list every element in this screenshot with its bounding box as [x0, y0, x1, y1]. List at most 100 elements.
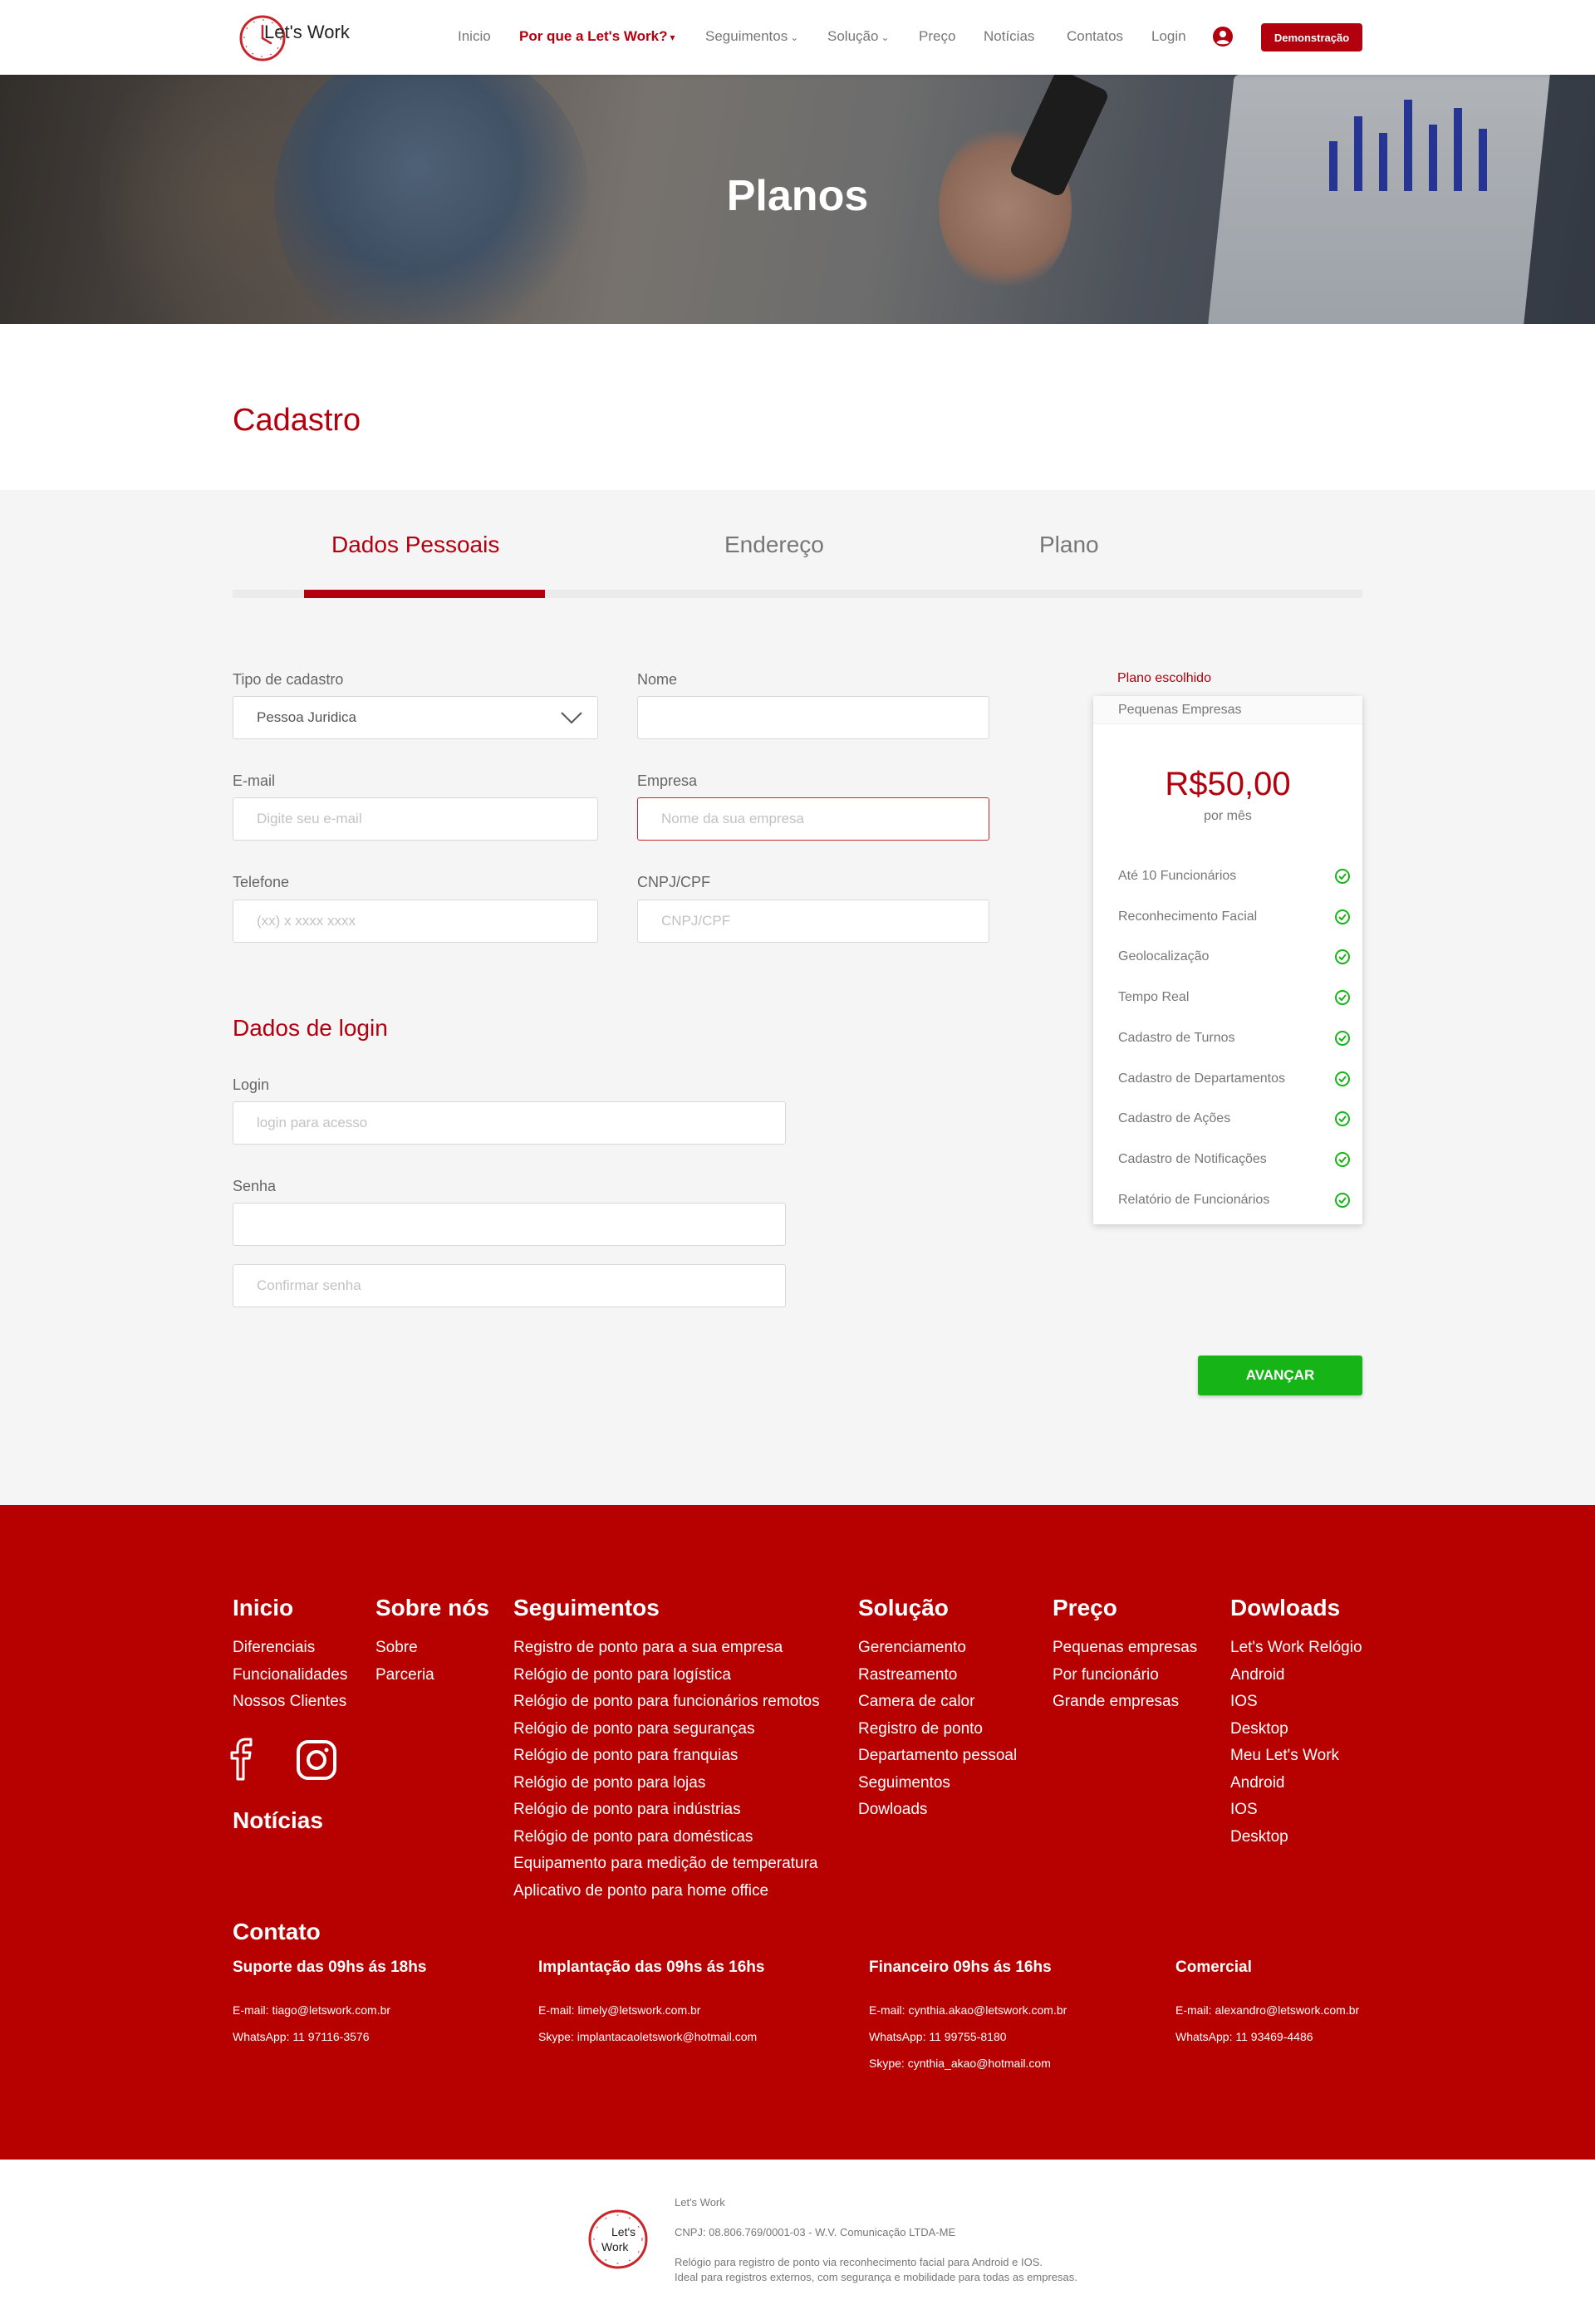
chevron-down-icon: ⌄ — [881, 32, 890, 43]
footer-link[interactable]: Diferenciais — [233, 1635, 347, 1662]
plan-feature: Cadastro de Ações — [1118, 1111, 1351, 1127]
senha-input[interactable] — [233, 1203, 786, 1246]
footer-link[interactable]: Dowloads — [858, 1797, 1017, 1824]
footer-link[interactable]: Relógio de ponto para lojas — [513, 1770, 820, 1797]
email-input[interactable]: Digite seu e-mail — [233, 797, 598, 841]
svg-text:Work: Work — [601, 2240, 629, 2253]
footer-solucao-title[interactable]: Solução — [858, 1595, 1017, 1621]
footer-link[interactable]: Departamento pessoal — [858, 1743, 1017, 1770]
footer-link[interactable]: Android — [1230, 1662, 1362, 1689]
contact-line[interactable]: E-mail: alexandro@letswork.com.br — [1175, 1997, 1359, 2023]
footer-link[interactable]: Android — [1230, 1770, 1362, 1797]
tab-plano[interactable]: Plano — [1039, 532, 1099, 558]
footer-link[interactable]: Desktop — [1230, 1824, 1362, 1851]
bottom-bar: Let's Work Let's Work CNPJ: 08.806.769/0… — [0, 2160, 1595, 2324]
bottom-cnpj: CNPJ: 08.806.769/0001-03 - W.V. Comunica… — [675, 2226, 956, 2238]
footer-link[interactable]: Relógio de ponto para franquias — [513, 1743, 820, 1770]
nav-login[interactable]: Login — [1151, 28, 1186, 45]
footer-link[interactable]: Rastreamento — [858, 1662, 1017, 1689]
login-label: Login — [233, 1076, 270, 1093]
footer-link[interactable]: Nossos Clientes — [233, 1689, 347, 1716]
cnpj-input[interactable]: CNPJ/CPF — [637, 900, 989, 943]
footer-link[interactable]: Relógio de ponto para logística — [513, 1662, 820, 1689]
contact-line[interactable]: WhatsApp: 11 99755-8180 — [869, 2023, 1067, 2050]
demo-button[interactable]: Demonstração — [1261, 23, 1362, 51]
plan-feature-label: Cadastro de Departamentos — [1118, 1071, 1285, 1086]
footer-link[interactable]: IOS — [1230, 1797, 1362, 1824]
login-input[interactable]: login para acesso — [233, 1101, 786, 1145]
footer-link[interactable]: Seguimentos — [858, 1770, 1017, 1797]
check-circle-icon — [1335, 949, 1350, 965]
tipo-select[interactable]: Pessoa Juridica — [233, 696, 598, 739]
plan-period: por mês — [1204, 809, 1252, 823]
nav-noticias[interactable]: Notícias — [984, 28, 1034, 45]
contact-line[interactable]: E-mail: limely@letswork.com.br — [538, 1997, 764, 2023]
plan-feature-label: Tempo Real — [1118, 990, 1190, 1005]
footer-preco-title[interactable]: Preço — [1053, 1595, 1197, 1621]
navbar: Let's Work Inicio Por que a Let's Work? ▾… — [0, 0, 1595, 75]
empresa-input[interactable]: Nome da sua empresa — [637, 797, 989, 841]
instagram-icon[interactable] — [296, 1739, 337, 1781]
telefone-input[interactable]: (xx) x xxxx xxxx — [233, 900, 598, 943]
step-progress-active — [304, 590, 545, 598]
footer-link[interactable]: Let's Work Relógio — [1230, 1635, 1362, 1662]
footer-link[interactable]: Relógio de ponto para indústrias — [513, 1797, 820, 1824]
contact-line[interactable]: WhatsApp: 11 93469-4486 — [1175, 2023, 1359, 2050]
brand-logo[interactable]: Let's Work — [238, 13, 354, 63]
bottom-desc-2: Ideal para registros externos, com segur… — [675, 2271, 1077, 2283]
user-icon[interactable] — [1213, 27, 1233, 47]
nav-preco[interactable]: Preço — [919, 28, 955, 45]
footer-link[interactable]: Registro de ponto para a sua empresa — [513, 1635, 820, 1662]
nav-por-que[interactable]: Por que a Let's Work? ▾ — [519, 28, 675, 45]
footer-link[interactable]: Funcionalidades — [233, 1662, 347, 1689]
footer-link[interactable]: Equipamento para medição de temperatura — [513, 1851, 820, 1878]
contact-line[interactable]: WhatsApp: 11 97116-3576 — [233, 2023, 426, 2050]
contact-title: Suporte das 09hs ás 18hs — [233, 1959, 427, 1976]
contact-line[interactable]: Skype: implantacaoletswork@hotmail.com — [538, 2023, 764, 2050]
footer-link[interactable]: Desktop — [1230, 1716, 1362, 1743]
plan-feature-label: Geolocalização — [1118, 949, 1210, 964]
tab-endereco[interactable]: Endereço — [724, 532, 824, 558]
footer-inicio-title[interactable]: Inicio — [233, 1595, 347, 1621]
footer-link[interactable]: Grande empresas — [1053, 1689, 1197, 1716]
nav-inicio[interactable]: Inicio — [458, 28, 491, 45]
footer-link[interactable]: Camera de calor — [858, 1689, 1017, 1716]
footer-link[interactable]: Gerenciamento — [858, 1635, 1017, 1662]
footer-noticias[interactable]: Notícias — [233, 1807, 323, 1834]
footer-link[interactable]: Sobre — [375, 1635, 489, 1662]
contact-title: Implantação das 09hs ás 16hs — [538, 1959, 765, 1976]
nav-contatos[interactable]: Contatos — [1067, 28, 1123, 45]
brand-name: Let's Work — [264, 22, 350, 42]
footer-link[interactable]: Por funcionário — [1053, 1662, 1197, 1689]
footer-downloads-title[interactable]: Dowloads — [1230, 1595, 1362, 1621]
contact-financeiro: Financeiro 09hs ás 16hs E-mail: cynthia.… — [869, 1959, 1067, 2076]
footer-col-inicio: Inicio Diferenciais Funcionalidades Noss… — [233, 1595, 347, 1716]
footer-link[interactable]: Parceria — [375, 1662, 489, 1689]
nome-input[interactable] — [637, 696, 989, 739]
tipo-select-value: Pessoa Juridica — [257, 709, 357, 725]
plan-feature-label: Cadastro de Turnos — [1118, 1030, 1235, 1045]
footer-sobre-title[interactable]: Sobre nós — [375, 1595, 489, 1621]
confirmar-senha-input[interactable]: Confirmar senha — [233, 1264, 786, 1307]
footer-link[interactable]: Relógio de ponto para funcionários remot… — [513, 1689, 820, 1716]
footer-link[interactable]: IOS — [1230, 1689, 1362, 1716]
plan-feature-label: Reconhecimento Facial — [1118, 909, 1258, 924]
telefone-label: Telefone — [233, 874, 290, 890]
footer-link[interactable]: Relógio de ponto para domésticas — [513, 1824, 820, 1851]
footer-link[interactable]: Relógio de ponto para seguranças — [513, 1716, 820, 1743]
footer-seguimentos-title[interactable]: Seguimentos — [513, 1595, 820, 1621]
tab-dados-pessoais[interactable]: Dados Pessoais — [331, 532, 499, 558]
contact-line[interactable]: E-mail: cynthia.akao@letswork.com.br — [869, 1997, 1067, 2023]
nav-seguimentos[interactable]: Seguimentos ⌄ — [705, 28, 798, 45]
contact-line[interactable]: Skype: cynthia_akao@hotmail.com — [869, 2050, 1067, 2076]
nav-solucao[interactable]: Solução ⌄ — [827, 28, 890, 45]
facebook-icon[interactable] — [229, 1738, 254, 1781]
contact-line[interactable]: E-mail: tiago@letswork.com.br — [233, 1997, 426, 2023]
hero-banner: Planos — [0, 75, 1595, 324]
avancar-button[interactable]: AVANÇAR — [1198, 1356, 1362, 1395]
footer-link[interactable]: Pequenas empresas — [1053, 1635, 1197, 1662]
footer-link[interactable]: Registro de ponto — [858, 1716, 1017, 1743]
footer-link[interactable]: Aplicativo de ponto para home office — [513, 1878, 820, 1905]
footer-link[interactable]: Meu Let's Work — [1230, 1743, 1362, 1770]
social-links — [229, 1738, 337, 1785]
